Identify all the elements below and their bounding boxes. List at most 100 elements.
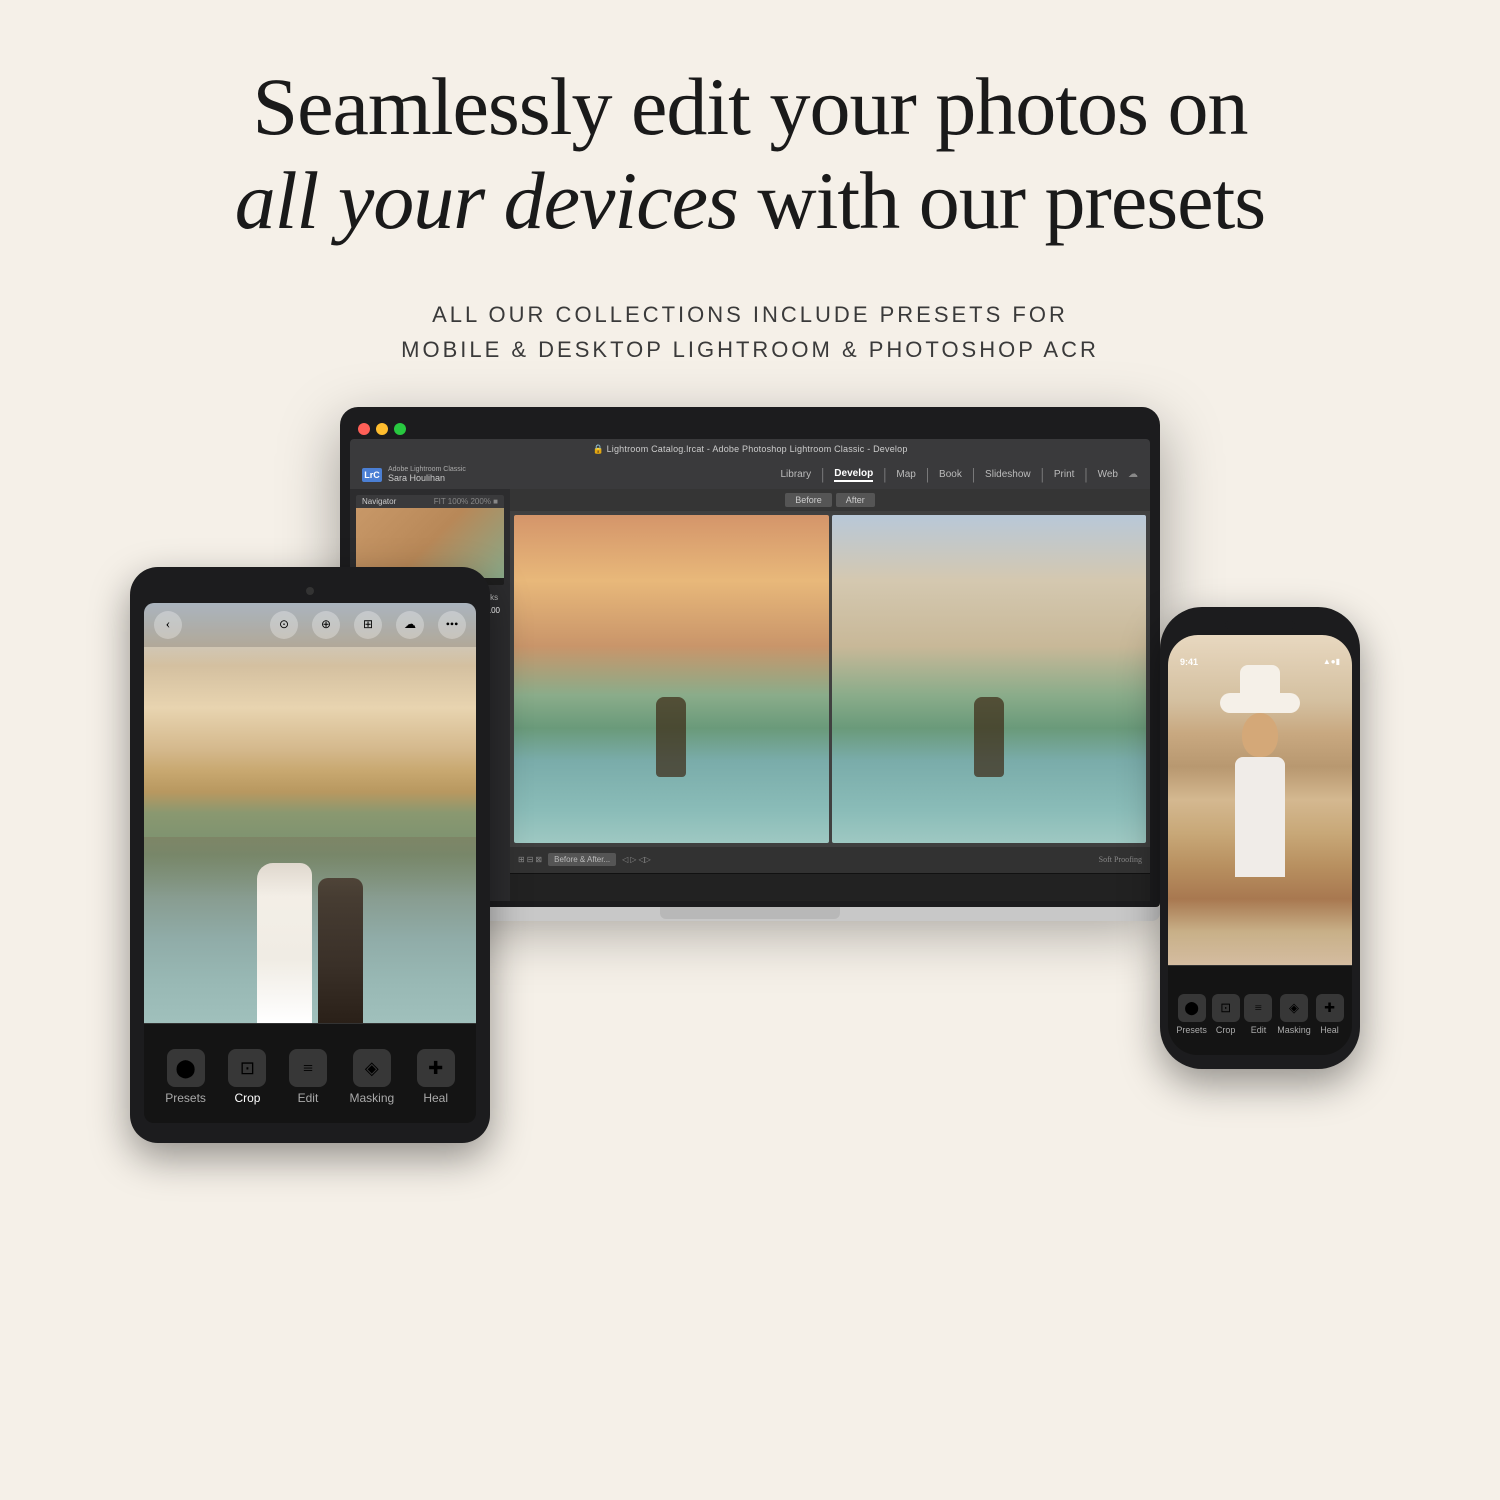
tablet-masking-icon: ◈ (353, 1049, 391, 1087)
phone-bottom-bar: ⬤ Presets ⊡ Crop ≡ Edit ◈ Masking (1168, 965, 1352, 1055)
phone-status-icons: ▲●▮ (1323, 657, 1340, 667)
tablet-tool-masking[interactable]: ◈ Masking (349, 1049, 394, 1105)
lr-nav-library[interactable]: Library (781, 469, 812, 480)
tablet-edit-icon: ≡ (289, 1049, 327, 1087)
lr-before-btn[interactable]: Before (785, 493, 832, 507)
phone-tool-heal[interactable]: ✚ Heal (1316, 994, 1344, 1035)
subtitle-line1: ALL OUR COLLECTIONS INCLUDE PRESETS FOR (432, 302, 1068, 327)
tablet-bottom-bar: ⬤ Presets ⊡ Crop ≡ Edit ◈ Masking (144, 1023, 476, 1123)
phone-masking-icon: ◈ (1280, 994, 1308, 1022)
tablet-share-icon[interactable]: ⊙ (270, 611, 298, 639)
tablet-tool-crop[interactable]: ⊡ Crop (228, 1049, 266, 1105)
tablet-info-icon[interactable]: ⊞ (354, 611, 382, 639)
hero-title-italic: all your devices (235, 155, 738, 246)
lr-nav-print[interactable]: Print (1054, 469, 1075, 480)
devices-container: 🔒 Lightroom Catalog.lrcat - Adobe Photos… (150, 407, 1350, 1357)
laptop-stand (660, 907, 840, 919)
phone-device: 9:41 ▲●▮ ⬤ Presets (1160, 607, 1360, 1069)
phone-masking-label: Masking (1277, 1025, 1311, 1035)
phone-screen: 9:41 ▲●▮ ⬤ Presets (1168, 635, 1352, 1055)
tablet-heal-label: Heal (423, 1091, 448, 1105)
titlebar-text: 🔒 Lightroom Catalog.lrcat - Adobe Photos… (592, 444, 907, 455)
tl-green-button[interactable] (394, 423, 406, 435)
laptop-titlebar: 🔒 Lightroom Catalog.lrcat - Adobe Photos… (350, 439, 1150, 461)
tl-yellow-button[interactable] (376, 423, 388, 435)
lr-logo: LrC (362, 468, 382, 482)
hero-title: Seamlessly edit your photos on all your … (235, 60, 1265, 249)
tablet-tool-heal[interactable]: ✚ Heal (417, 1049, 455, 1105)
lr-main-view: Before After (510, 489, 1150, 901)
lr-nav-slideshow[interactable]: Slideshow (985, 469, 1031, 480)
lr-username: Adobe Lightroom Classic Sara Houlihan (388, 466, 466, 483)
subtitle-line2: MOBILE & DESKTOP LIGHTROOM & PHOTOSHOP A… (401, 337, 1099, 362)
tablet-edit-label: Edit (298, 1091, 319, 1105)
tablet-masking-label: Masking (349, 1091, 394, 1105)
lr-photos-container (510, 511, 1150, 847)
lr-bottom-toolbar: ⊞ ⊟ ⊠ Before & After... ◁ ▷ ◁▷ Soft Proo… (510, 847, 1150, 873)
phone-presets-icon: ⬤ (1178, 994, 1206, 1022)
lr-nav: Library | Develop | Map | Book | Slidesh… (781, 466, 1139, 484)
tablet-crop-icon: ⊡ (228, 1049, 266, 1087)
hero-title-line2: with our presets (738, 155, 1265, 246)
tl-red-button[interactable] (358, 423, 370, 435)
hero-title-line1: Seamlessly edit your photos on (253, 61, 1248, 152)
phone-notch (1225, 621, 1295, 629)
lr-nav-web[interactable]: Web (1098, 469, 1118, 480)
phone-edit-icon: ≡ (1244, 994, 1272, 1022)
lr-nav-develop[interactable]: Develop (834, 468, 873, 482)
tablet-cloud-icon[interactable]: ☁ (396, 611, 424, 639)
phone-tool-crop[interactable]: ⊡ Crop (1212, 994, 1240, 1035)
tablet-heal-icon: ✚ (417, 1049, 455, 1087)
phone-time: 9:41 (1180, 657, 1198, 667)
lr-after-photo (832, 515, 1147, 843)
body (1235, 757, 1285, 877)
phone-tool-edit[interactable]: ≡ Edit (1244, 994, 1272, 1035)
tablet-tool-edit[interactable]: ≡ Edit (289, 1049, 327, 1105)
tablet-tool-presets[interactable]: ⬤ Presets (165, 1049, 206, 1105)
tablet-more-icon[interactable]: ••• (438, 611, 466, 639)
tablet-photo: ‹ ⊙ ⊕ ⊞ ☁ ••• (144, 603, 476, 1023)
phone-tool-presets[interactable]: ⬤ Presets (1176, 994, 1207, 1035)
phone-heal-label: Heal (1320, 1025, 1339, 1035)
woman-with-hat (1215, 665, 1305, 915)
lr-soft-proofing: Soft Proofing (1099, 855, 1142, 864)
phone-crop-label: Crop (1216, 1025, 1236, 1035)
phone-body: 9:41 ▲●▮ ⬤ Presets (1160, 607, 1360, 1069)
phone-photo: 9:41 ▲●▮ (1168, 635, 1352, 965)
woman-silhouette-warm (656, 697, 686, 777)
lr-navigator-header: Navigator FIT 100% 200% ■ (356, 495, 504, 508)
lr-after-btn[interactable]: After (836, 493, 875, 507)
lr-nav-book[interactable]: Book (939, 469, 962, 480)
before-photo-warm (514, 515, 829, 843)
lr-nav-map[interactable]: Map (896, 469, 915, 480)
lr-topbar: LrC Adobe Lightroom Classic Sara Houliha… (350, 461, 1150, 489)
tablet-presets-icon: ⬤ (167, 1049, 205, 1087)
phone-edit-label: Edit (1251, 1025, 1267, 1035)
hat-brim (1220, 693, 1300, 713)
lr-filmstrip (510, 873, 1150, 901)
lr-before-photo (514, 515, 829, 843)
phone-tool-masking[interactable]: ◈ Masking (1277, 994, 1311, 1035)
hero-subtitle: ALL OUR COLLECTIONS INCLUDE PRESETS FOR … (235, 297, 1265, 367)
woman-silhouette-cool (974, 697, 1004, 777)
traffic-lights (350, 417, 1150, 439)
tablet-camera (306, 587, 314, 595)
navigator-label: Navigator (362, 497, 396, 506)
tablet-star-icon[interactable]: ⊕ (312, 611, 340, 639)
hero-section: Seamlessly edit your photos on all your … (155, 60, 1345, 367)
phone-presets-label: Presets (1176, 1025, 1207, 1035)
tablet-presets-label: Presets (165, 1091, 206, 1105)
face (1242, 713, 1278, 757)
tablet-screen: ‹ ⊙ ⊕ ⊞ ☁ ••• (144, 603, 476, 1123)
tablet-body: ‹ ⊙ ⊕ ⊞ ☁ ••• (130, 567, 490, 1143)
phone-heal-icon: ✚ (1316, 994, 1344, 1022)
lr-before-after-bar: Before After (510, 489, 1150, 511)
groom-figure (318, 878, 363, 1023)
tablet-crop-label: Crop (234, 1091, 260, 1105)
tablet-toolbar: ‹ ⊙ ⊕ ⊞ ☁ ••• (144, 603, 476, 647)
after-photo-cool (832, 515, 1147, 843)
lr-ba-btn-toolbar[interactable]: Before & After... (548, 853, 616, 866)
tablet-device: ‹ ⊙ ⊕ ⊞ ☁ ••• (130, 567, 490, 1143)
hat-crown (1240, 665, 1280, 695)
tablet-back-icon[interactable]: ‹ (154, 611, 182, 639)
